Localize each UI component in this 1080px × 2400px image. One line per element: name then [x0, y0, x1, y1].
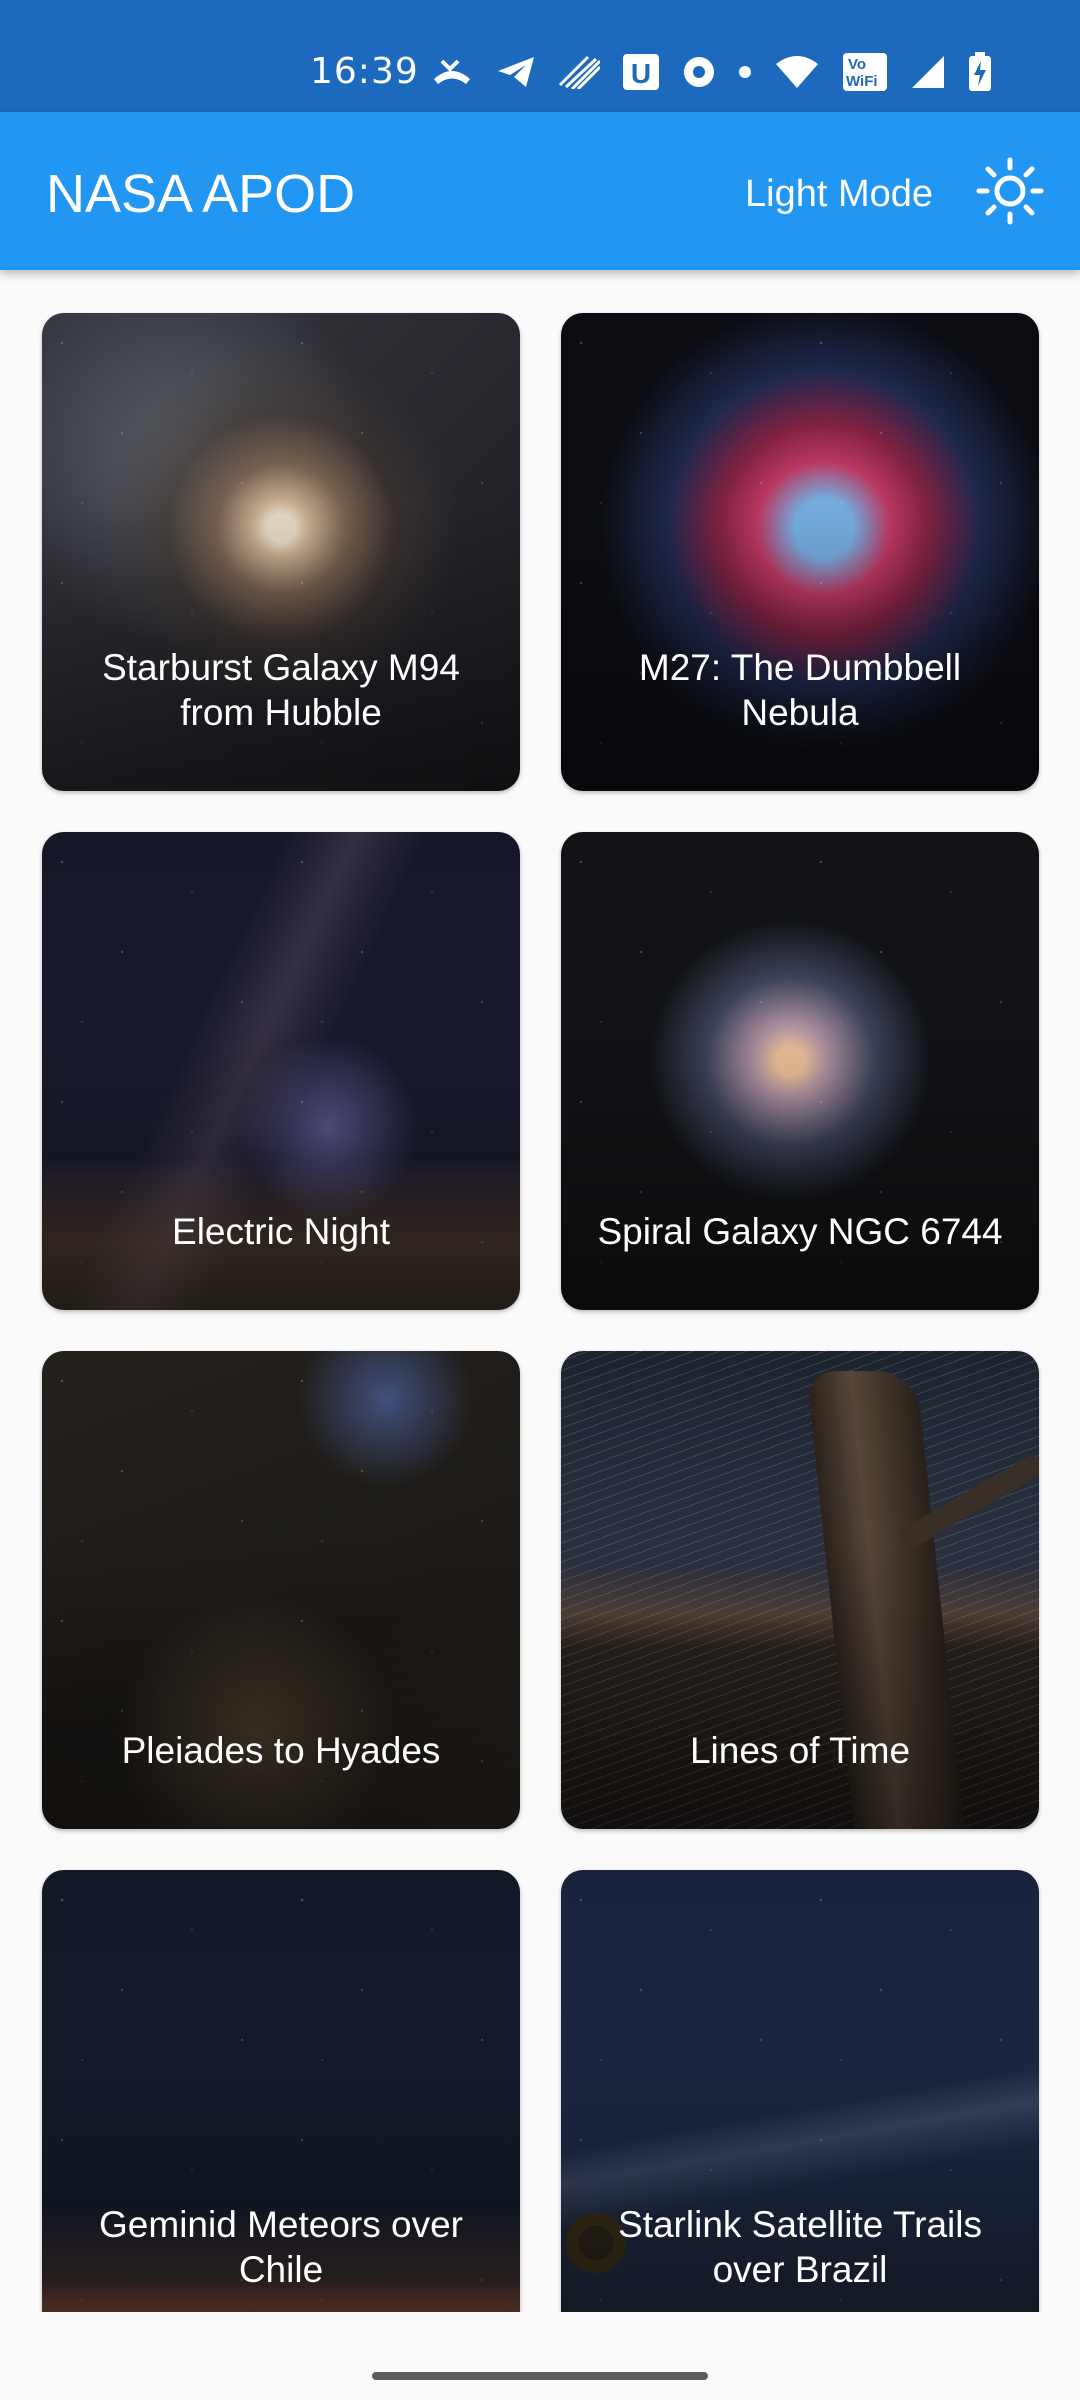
card-title: Starburst Galaxy M94 from Hubble: [102, 647, 460, 733]
card-title: Starlink Satellite Trails over Brazil: [618, 2204, 982, 2290]
apod-card[interactable]: Pleiades to Hyades: [42, 1351, 520, 1829]
apod-card[interactable]: Geminid Meteors over Chile: [42, 1870, 520, 2312]
wifi-icon: [776, 56, 818, 88]
svg-text:WiFi: WiFi: [846, 73, 878, 90]
card-title: Pleiades to Hyades: [121, 1730, 441, 1771]
signal-stripes-icon: [558, 55, 600, 89]
status-icons: U Vo WiFi: [430, 48, 992, 96]
status-bar: 16:39 U Vo WiFi: [0, 0, 1080, 112]
apod-grid: Starburst Galaxy M94 from Hubble M27: Th…: [0, 270, 1080, 2312]
apod-card[interactable]: Spiral Galaxy NGC 6744: [561, 832, 1039, 1310]
battery-charging-icon: [969, 52, 991, 91]
u-app-icon: U: [623, 54, 659, 90]
app-title: NASA APOD: [46, 164, 356, 224]
cell-signal-icon: [912, 56, 944, 88]
status-time: 16:39: [310, 51, 419, 92]
dot-icon: [739, 66, 751, 78]
card-title: Spiral Galaxy NGC 6744: [597, 1211, 1003, 1252]
apod-card[interactable]: Starburst Galaxy M94 from Hubble: [42, 313, 520, 791]
zee5-icon: [684, 57, 714, 87]
card-title: M27: The Dumbbell Nebula: [638, 647, 962, 733]
apod-card[interactable]: M27: The Dumbbell Nebula: [561, 313, 1039, 791]
vowifi-icon: Vo WiFi: [843, 53, 887, 91]
apod-card[interactable]: Lines of Time: [561, 1351, 1039, 1829]
svg-text:U: U: [631, 58, 651, 89]
apod-card[interactable]: Electric Night: [42, 832, 520, 1310]
card-title: Electric Night: [172, 1211, 390, 1252]
app-bar: NASA APOD Light Mode: [0, 112, 1080, 270]
card-title: Lines of Time: [689, 1730, 911, 1771]
apod-card[interactable]: Starlink Satellite Trails over Brazil: [561, 1870, 1039, 2312]
svg-text:Vo: Vo: [848, 56, 866, 73]
sun-icon[interactable]: [975, 156, 1045, 226]
missed-call-icon: [434, 59, 470, 84]
card-title: Geminid Meteors over Chile: [99, 2204, 463, 2290]
mode-label[interactable]: Light Mode: [745, 170, 933, 218]
telegram-icon: [498, 57, 534, 87]
gesture-nav-handle[interactable]: [372, 2372, 708, 2380]
